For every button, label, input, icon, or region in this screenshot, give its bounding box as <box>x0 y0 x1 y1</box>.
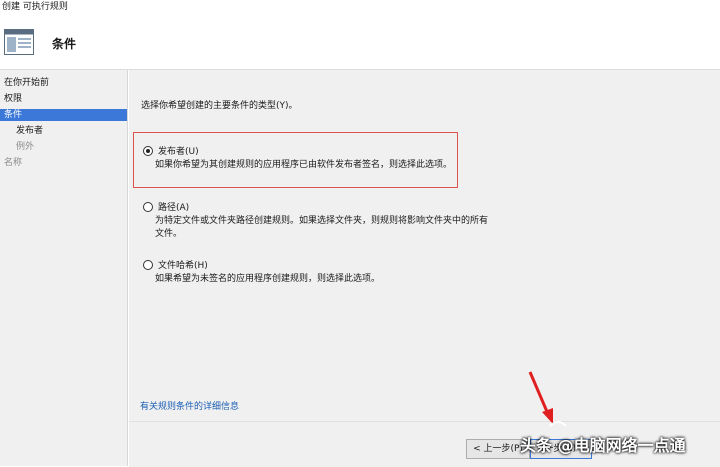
sidebar-item-permissions[interactable]: 权限 <box>0 93 127 105</box>
path-radio[interactable] <box>143 202 153 212</box>
file-hash-description: 如果希望为未签名的应用程序创建规则，则选择此选项。 <box>155 274 381 284</box>
publisher-description: 如果你希望为其创建规则的应用程序已由软件发布者签名，则选择此选项。 <box>155 160 453 170</box>
more-info-link[interactable]: 有关规则条件的详细信息 <box>140 399 239 412</box>
watermark-logo-icon <box>549 421 567 427</box>
publisher-radio[interactable] <box>143 146 153 156</box>
sidebar-item-publisher[interactable]: 发布者 <box>0 125 127 137</box>
file-hash-label[interactable]: 文件哈希(H) <box>158 258 208 271</box>
sidebar-item-conditions[interactable]: 条件 <box>0 109 127 121</box>
publisher-label[interactable]: 发布者(U) <box>158 144 199 157</box>
conditions-panel: 选择你希望创建的主要条件的类型(Y)。 发布者(U) 如果你希望为其创建规则的应… <box>129 70 720 466</box>
page-title: 条件 <box>52 37 77 51</box>
sidebar-item-before-you-begin[interactable]: 在你开始前 <box>0 77 127 89</box>
sidebar-item-exceptions: 例外 <box>16 142 35 152</box>
wizard-steps-nav: 在你开始前 权限 条件 发布者 例外 名称 <box>0 70 128 466</box>
wizard-page-icon <box>4 29 34 55</box>
path-label[interactable]: 路径(A) <box>158 200 189 213</box>
window-title: 创建 可执行规则 <box>0 0 720 16</box>
file-hash-radio[interactable] <box>143 260 153 270</box>
wizard-header: 条件 <box>0 18 720 70</box>
path-description: 为特定文件或文件夹路径创建规则。如果选择文件夹，则规则将影响文件夹中的所有文件。 <box>155 216 489 239</box>
watermark-text: 头条 @电脑网络一点通 <box>520 436 686 455</box>
condition-type-prompt: 选择你希望创建的主要条件的类型(Y)。 <box>141 101 298 111</box>
sidebar-item-name: 名称 <box>4 158 23 168</box>
